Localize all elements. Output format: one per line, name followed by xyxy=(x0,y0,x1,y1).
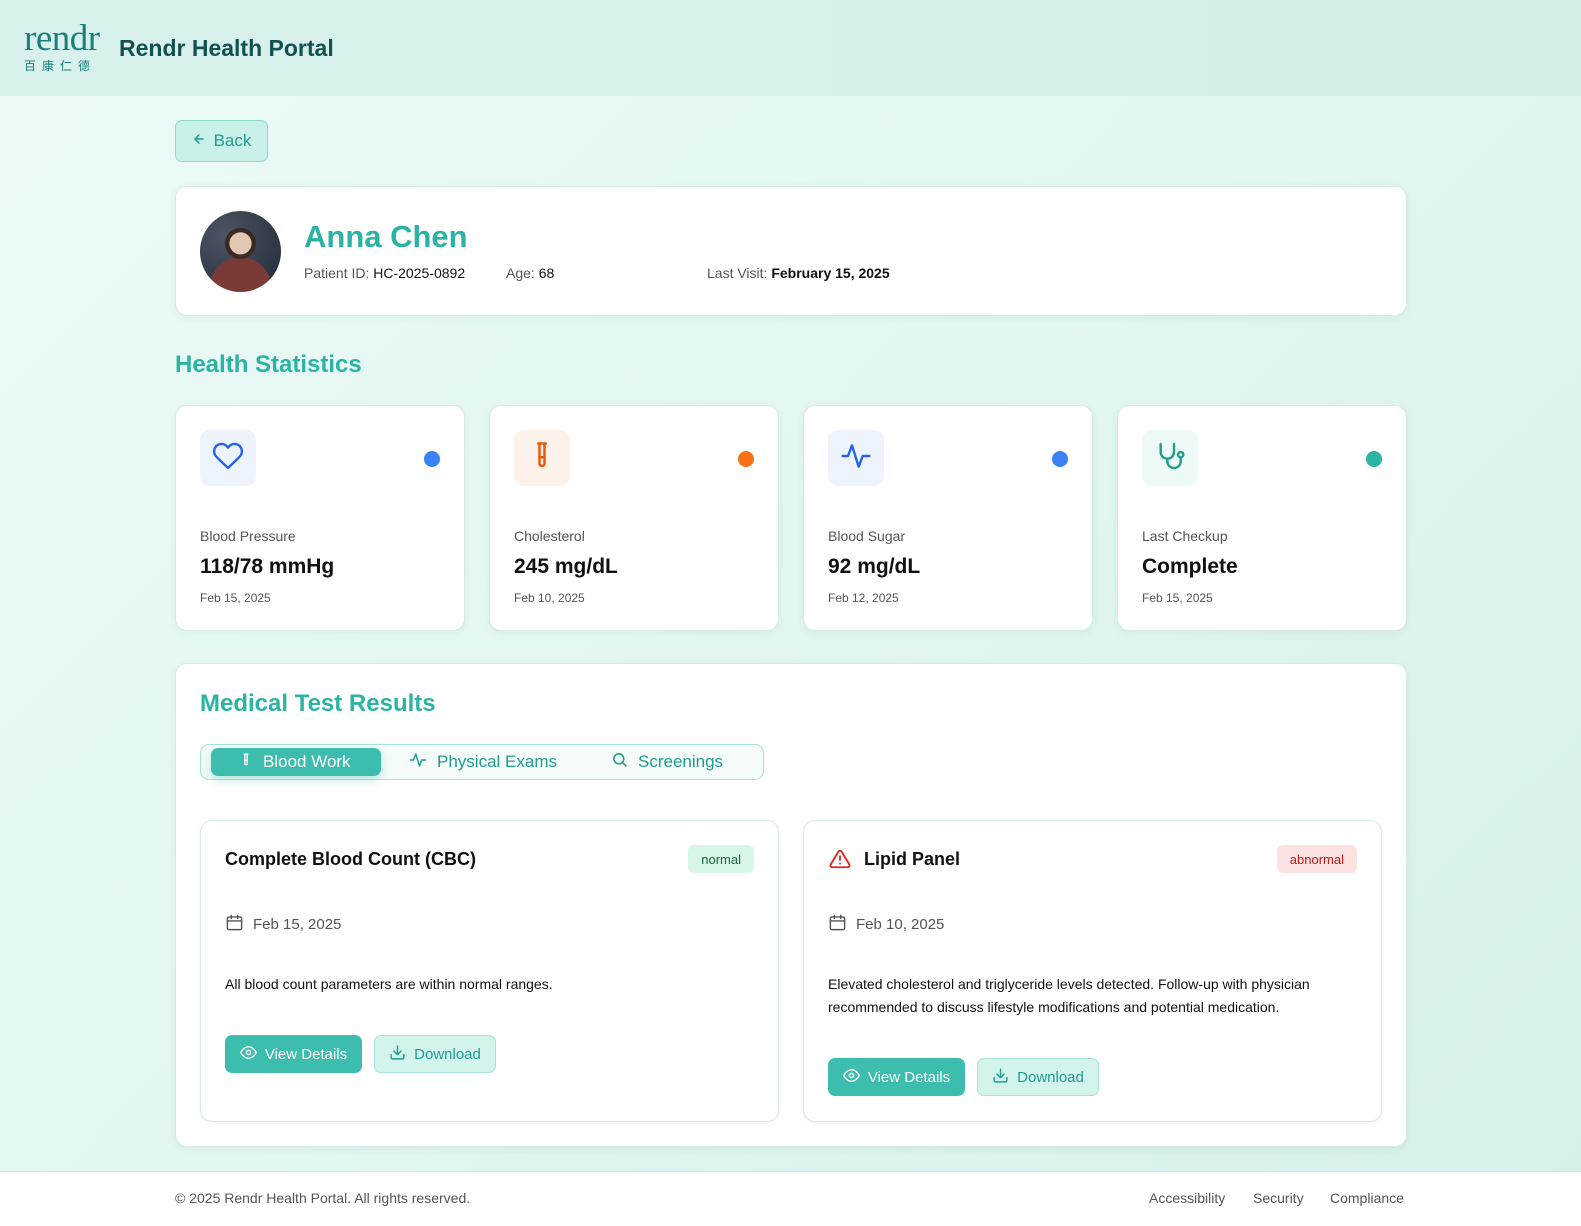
test-tube-icon xyxy=(527,441,557,476)
download-icon xyxy=(992,1067,1009,1088)
stat-icon-box xyxy=(200,430,256,486)
status-dot xyxy=(424,451,440,467)
stat-date: Feb 15, 2025 xyxy=(200,591,271,605)
back-button[interactable]: Back xyxy=(175,120,268,162)
tab-label: Blood Work xyxy=(263,752,351,771)
medical-test-results-title: Medical Test Results xyxy=(200,690,436,717)
result-title: Lipid Panel xyxy=(864,849,961,869)
stat-date: Feb 15, 2025 xyxy=(1142,591,1213,605)
status-dot xyxy=(1366,451,1382,467)
stat-label: Blood Sugar xyxy=(828,528,906,544)
stat-card-blood-pressure[interactable]: Blood Pressure 118/78 mmHg Feb 15, 2025 xyxy=(175,405,465,631)
stat-icon-box xyxy=(828,430,884,486)
search-icon xyxy=(611,751,628,773)
app-header: rendr 百康仁德 Rendr Health Portal xyxy=(0,0,1581,96)
status-badge: abnormal xyxy=(1276,845,1357,873)
avatar xyxy=(200,211,281,292)
footer-link-security[interactable]: Security xyxy=(1253,1190,1304,1206)
result-date-text: Feb 10, 2025 xyxy=(856,916,945,933)
footer: © 2025 Rendr Health Portal. All rights r… xyxy=(0,1171,1581,1226)
medical-test-results-card: Medical Test Results Blood Work Physical… xyxy=(175,663,1407,1147)
download-icon xyxy=(389,1044,406,1065)
health-statistics-title: Health Statistics xyxy=(175,351,362,378)
warning-icon xyxy=(828,848,852,875)
view-details-label: View Details xyxy=(264,1045,348,1063)
view-details-button[interactable]: View Details xyxy=(828,1058,965,1096)
footer-link-compliance[interactable]: Compliance xyxy=(1330,1190,1404,1206)
download-button[interactable]: Download xyxy=(374,1035,496,1073)
calendar-icon xyxy=(828,913,847,936)
stat-card-blood-sugar[interactable]: Blood Sugar 92 mg/dL Feb 12, 2025 xyxy=(803,405,1093,631)
patient-name: Anna Chen xyxy=(304,219,468,254)
patient-age-label: Age: xyxy=(506,265,535,281)
stat-value: 92 mg/dL xyxy=(828,555,921,578)
eye-icon xyxy=(842,1067,860,1088)
portal-title: Rendr Health Portal xyxy=(119,34,334,61)
stat-icon-box xyxy=(514,430,570,486)
result-date-text: Feb 15, 2025 xyxy=(253,916,342,933)
result-date: Feb 10, 2025 xyxy=(828,913,944,936)
results-tabs: Blood Work Physical Exams Screenings xyxy=(200,744,764,780)
copyright: © 2025 Rendr Health Portal. All rights r… xyxy=(175,1190,471,1206)
tab-screenings[interactable]: Screenings xyxy=(611,748,723,776)
eye-icon xyxy=(239,1044,257,1065)
status-dot xyxy=(1052,451,1068,467)
back-label: Back xyxy=(213,131,252,150)
result-title: Complete Blood Count (CBC) xyxy=(225,849,476,869)
download-label: Download xyxy=(1017,1068,1084,1086)
stat-label: Last Checkup xyxy=(1142,528,1228,544)
last-visit-label: Last Visit: xyxy=(707,265,768,281)
patient-last-visit: Last Visit: February 15, 2025 xyxy=(707,265,890,281)
view-details-label: View Details xyxy=(867,1068,951,1086)
patient-id-value: HC-2025-0892 xyxy=(373,265,466,281)
stat-icon-box xyxy=(1142,430,1198,486)
logo-wordmark: rendr xyxy=(24,18,100,59)
stat-label: Blood Pressure xyxy=(200,528,296,544)
patient-profile-card: Anna Chen Patient ID: HC-2025-0892 Age: … xyxy=(175,186,1407,316)
status-dot xyxy=(738,451,754,467)
patient-age-value: 68 xyxy=(538,265,555,281)
logo[interactable]: rendr 百康仁德 xyxy=(24,18,104,74)
stat-value: 118/78 mmHg xyxy=(200,555,335,578)
tab-label: Screenings xyxy=(638,752,724,771)
stat-card-cholesterol[interactable]: Cholesterol 245 mg/dL Feb 10, 2025 xyxy=(489,405,779,631)
tab-physical-exams[interactable]: Physical Exams xyxy=(409,748,557,776)
download-label: Download xyxy=(414,1045,481,1063)
patient-age: Age: 68 xyxy=(506,265,554,281)
stat-label: Cholesterol xyxy=(514,528,585,544)
result-description: All blood count parameters are within no… xyxy=(225,976,553,992)
tab-blood-work[interactable]: Blood Work xyxy=(211,748,381,776)
view-details-button[interactable]: View Details xyxy=(225,1035,362,1073)
activity-icon xyxy=(840,440,872,477)
result-card-cbc: Complete Blood Count (CBC) normal Feb 15… xyxy=(200,820,779,1122)
stat-value: Complete xyxy=(1142,555,1238,578)
patient-id-label: Patient ID: xyxy=(304,265,370,281)
activity-icon xyxy=(409,751,427,774)
test-tube-icon xyxy=(239,752,253,773)
result-date: Feb 15, 2025 xyxy=(225,913,341,936)
status-badge: normal xyxy=(688,845,754,873)
result-card-lipid-panel: Lipid Panel abnormal Feb 10, 2025 Elevat… xyxy=(803,820,1382,1122)
stat-value: 245 mg/dL xyxy=(514,555,618,578)
patient-id: Patient ID: HC-2025-0892 xyxy=(304,265,465,281)
download-button[interactable]: Download xyxy=(977,1058,1099,1096)
calendar-icon xyxy=(225,913,244,936)
result-description: Elevated cholesterol and triglyceride le… xyxy=(828,976,1310,1015)
stethoscope-icon xyxy=(1154,440,1186,477)
stat-card-last-checkup[interactable]: Last Checkup Complete Feb 15, 2025 xyxy=(1117,405,1407,631)
tab-label: Physical Exams xyxy=(437,752,557,771)
stat-date: Feb 12, 2025 xyxy=(828,591,899,605)
heart-icon xyxy=(212,440,244,477)
logo-subtext: 百康仁德 xyxy=(24,59,97,73)
last-visit-value: February 15, 2025 xyxy=(771,265,890,281)
arrow-left-icon xyxy=(192,131,206,151)
stat-date: Feb 10, 2025 xyxy=(514,591,585,605)
footer-link-accessibility[interactable]: Accessibility xyxy=(1149,1190,1225,1206)
